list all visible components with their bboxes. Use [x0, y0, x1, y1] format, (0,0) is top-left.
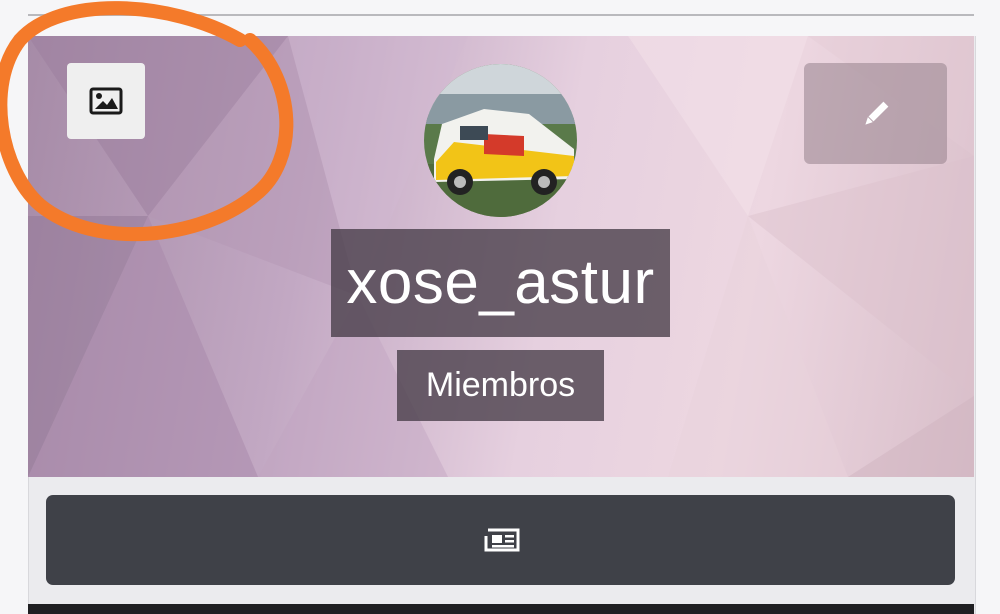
profile-username: xose_astur	[331, 229, 670, 337]
feed-tab-button[interactable]	[46, 495, 955, 585]
pencil-icon	[864, 101, 888, 125]
profile-role-badge: Miembros	[397, 350, 604, 421]
edit-profile-button[interactable]	[804, 63, 947, 164]
bottom-dark-strip	[28, 604, 974, 614]
top-divider	[28, 14, 974, 16]
avatar-photo	[424, 64, 577, 217]
change-cover-button[interactable]	[67, 63, 145, 139]
newspaper-icon	[484, 528, 519, 552]
image-icon	[89, 87, 123, 115]
profile-avatar[interactable]	[424, 64, 577, 217]
